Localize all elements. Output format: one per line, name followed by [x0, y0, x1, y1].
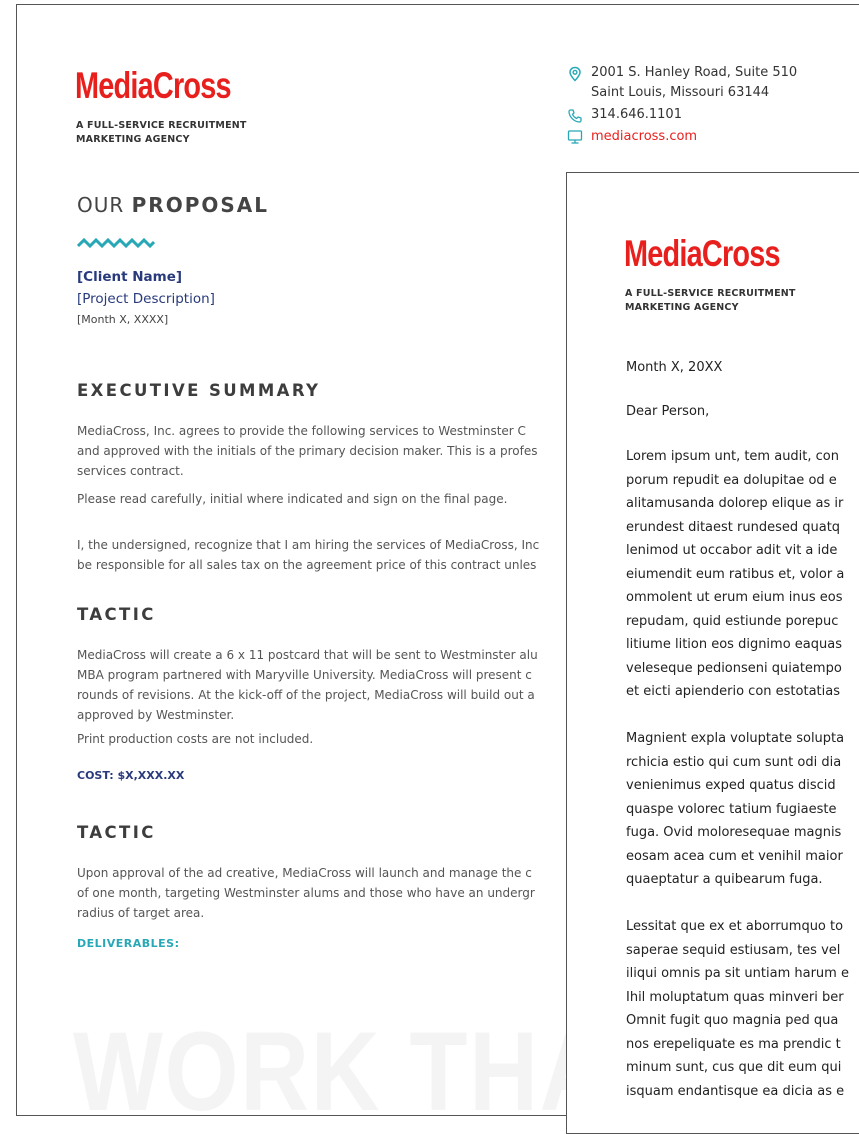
letter-mediacross-logo: MediaCross: [624, 233, 781, 274]
mediacross-logo: MediaCross: [75, 65, 232, 106]
tactic-1-paragraph-2: Print production costs are not included.: [77, 732, 314, 746]
project-description: [Project Description]: [77, 291, 215, 307]
proposal-heading-light: OUR: [77, 193, 132, 217]
website-link[interactable]: mediacross.com: [591, 129, 697, 144]
cost-value: $X,XXX.XX: [117, 769, 185, 782]
computer-monitor-icon: [567, 130, 583, 144]
location-pin-icon: [569, 66, 581, 82]
letter-tagline-line-2: MARKETING AGENCY: [625, 302, 739, 313]
tagline-line-1: A FULL-SERVICE RECRUITMENT: [76, 120, 247, 131]
letter-paragraph-3: Lessitat que ex et aborrumquo to saperae…: [626, 919, 849, 1099]
letter-logo-tagline: A FULL-SERVICE RECRUITMENT MARKETING AGE…: [625, 287, 796, 315]
tactic-2-paragraph-1: Upon approval of the ad creative, MediaC…: [77, 866, 535, 920]
cost-label: COST:: [77, 769, 118, 782]
proposal-date: [Month X, XXXX]: [77, 313, 169, 326]
letter-page: MediaCross A FULL-SERVICE RECRUITMENT MA…: [566, 172, 859, 1134]
letter-date: Month X, 20XX: [626, 360, 723, 375]
cost-line: COST: $X,XXX.XX: [77, 769, 184, 782]
proposal-heading-bold: PROPOSAL: [131, 193, 269, 217]
address-line-1: 2001 S. Hanley Road, Suite 510: [591, 65, 798, 80]
tactic-title-1: TACTIC: [77, 605, 156, 624]
proposal-heading: OUR PROPOSAL: [77, 193, 269, 217]
executive-summary-paragraph-1: MediaCross, Inc. agrees to provide the f…: [77, 424, 538, 478]
logo-tagline: A FULL-SERVICE RECRUITMENT MARKETING AGE…: [76, 119, 247, 147]
letter-paragraph-2: Magnient expla voluptate solupta rchicia…: [626, 731, 845, 887]
wave-divider-icon: [77, 237, 155, 249]
letter-tagline-line-1: A FULL-SERVICE RECRUITMENT: [625, 288, 796, 299]
executive-summary-paragraph-2: Please read carefully, initial where ind…: [77, 492, 508, 506]
tactic-1-paragraph-1: MediaCross will create a 6 x 11 postcard…: [77, 648, 538, 722]
phone-icon: [568, 109, 582, 123]
letter-paragraph-1: Lorem ipsum unt, tem audit, con porum re…: [626, 449, 845, 699]
tactic-title-2: TACTIC: [77, 823, 156, 842]
address-line-2: Saint Louis, Missouri 63144: [591, 85, 770, 100]
executive-summary-paragraph-3: I, the undersigned, recognize that I am …: [77, 538, 540, 572]
executive-summary-title: EXECUTIVE SUMMARY: [77, 381, 321, 400]
client-name: [Client Name]: [77, 269, 183, 285]
tagline-line-2: MARKETING AGENCY: [76, 134, 190, 145]
letter-salutation: Dear Person,: [626, 404, 710, 419]
deliverables-label: DELIVERABLES:: [77, 937, 180, 950]
phone-number: 314.646.1101: [591, 107, 682, 122]
